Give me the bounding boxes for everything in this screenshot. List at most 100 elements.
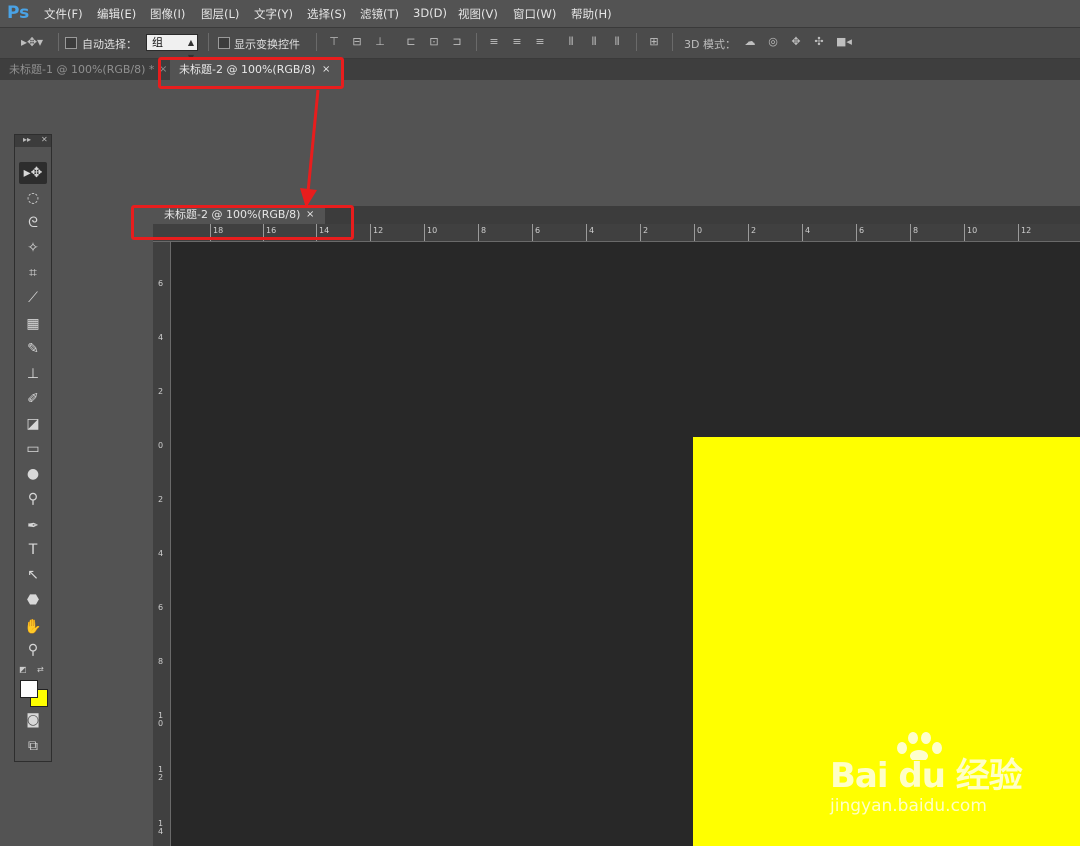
3d-rotate-icon[interactable]: ☁ bbox=[744, 36, 756, 48]
tab-label: 未标题-1 @ 100%(RGB/8) * bbox=[9, 63, 155, 76]
highlight-box-tab bbox=[158, 57, 344, 89]
eraser-tool-icon[interactable]: ◪ bbox=[19, 413, 47, 435]
divider bbox=[316, 33, 317, 51]
ruler-tick-label: 2 bbox=[643, 226, 649, 235]
ruler-tick bbox=[802, 224, 803, 241]
history-brush-tool-icon[interactable]: ✐ bbox=[19, 388, 47, 410]
3d-slide-icon[interactable]: ✣ bbox=[813, 36, 825, 48]
ruler-tick-label: 10 bbox=[427, 226, 438, 235]
3d-mode-label: 3D 模式： bbox=[684, 38, 736, 51]
tab-untitled-1[interactable]: 未标题-1 @ 100%(RGB/8) * × bbox=[0, 59, 170, 80]
ruler-tick bbox=[1018, 224, 1019, 241]
ruler-tick-label: 0 bbox=[697, 226, 703, 235]
align-vcenter-icon[interactable]: ⊟ bbox=[351, 36, 363, 48]
dropdown-value: 组 bbox=[152, 36, 163, 49]
distribute-left-icon[interactable]: ⫴ bbox=[565, 36, 577, 48]
ruler-tick-label: 2 bbox=[158, 387, 164, 396]
show-transform-checkbox[interactable] bbox=[218, 37, 230, 49]
magic-wand-tool-icon[interactable]: ✧ bbox=[19, 237, 47, 259]
ruler-tick-label: 1 0 bbox=[158, 711, 164, 728]
ruler-tick-label: 6 bbox=[158, 279, 164, 288]
menu-layer[interactable]: 图层(L) bbox=[201, 6, 239, 22]
auto-select-checkbox[interactable] bbox=[65, 37, 77, 49]
menu-image[interactable]: 图像(I) bbox=[150, 6, 185, 22]
distribute-bottom-icon[interactable]: ≡ bbox=[534, 36, 546, 48]
hand-tool-icon[interactable]: ✋ bbox=[19, 616, 47, 638]
align-hcenter-icon[interactable]: ⊡ bbox=[428, 36, 440, 48]
arrow-icon bbox=[300, 89, 320, 208]
tools-panel: ▸▸ ✕ ▸✥ ◌ ᘓ ✧ ⌗ ⟋ ▦ ✎ ⊥ ✐ ◪ ▭ ● ⚲ ✒ T ↖ … bbox=[14, 134, 52, 762]
align-left-icon[interactable]: ⊏ bbox=[405, 36, 417, 48]
align-right-icon[interactable]: ⊐ bbox=[451, 36, 463, 48]
gradient-tool-icon[interactable]: ▭ bbox=[19, 438, 47, 460]
move-tool-icon[interactable]: ▸✥ bbox=[19, 162, 47, 184]
3d-scale-icon[interactable]: ■◂ bbox=[836, 36, 852, 48]
menu-3d[interactable]: 3D(D) bbox=[413, 6, 447, 20]
menu-edit[interactable]: 编辑(E) bbox=[97, 6, 136, 22]
divider bbox=[636, 33, 637, 51]
swap-colors-icon[interactable]: ⇄ bbox=[37, 665, 44, 674]
blur-tool-icon[interactable]: ● bbox=[19, 463, 47, 485]
align-bottom-icon[interactable]: ⊥ bbox=[374, 36, 386, 48]
ruler-tick bbox=[640, 224, 641, 241]
collapse-icon[interactable]: ▸▸ bbox=[23, 135, 31, 144]
ruler-tick bbox=[424, 224, 425, 241]
quick-mask-icon[interactable]: ◙ bbox=[19, 709, 47, 731]
zoom-tool-icon[interactable]: ⚲ bbox=[19, 639, 47, 661]
distribute-vcenter-icon[interactable]: ≡ bbox=[511, 36, 523, 48]
default-colors-icon[interactable]: ◩ bbox=[19, 665, 27, 674]
divider bbox=[672, 33, 673, 51]
3d-pan-icon[interactable]: ✥ bbox=[790, 36, 802, 48]
menu-help[interactable]: 帮助(H) bbox=[571, 6, 612, 22]
move-tool-preset-icon[interactable]: ▸✥▾ bbox=[18, 36, 46, 48]
pen-tool-icon[interactable]: ✒ bbox=[19, 515, 47, 537]
menu-filter[interactable]: 滤镜(T) bbox=[360, 6, 399, 22]
dodge-tool-icon[interactable]: ⚲ bbox=[19, 488, 47, 510]
watermark-url: jingyan.baidu.com bbox=[830, 796, 987, 816]
ruler-tick-label: 8 bbox=[158, 657, 164, 666]
highlight-box-floating-tab bbox=[131, 205, 354, 240]
align-top-icon[interactable]: ⊤ bbox=[328, 36, 340, 48]
vertical-ruler[interactable]: 6 4 2 0 2 4 6 8 1 0 1 2 1 4 bbox=[153, 242, 171, 846]
ruler-tick-label: 4 bbox=[158, 549, 164, 558]
baidu-watermark: Bai du 经验 jingyan.baidu.com bbox=[830, 730, 1030, 820]
foreground-color-swatch[interactable] bbox=[20, 680, 38, 698]
menu-file[interactable]: 文件(F) bbox=[44, 6, 83, 22]
marquee-tool-icon[interactable]: ◌ bbox=[19, 187, 47, 209]
divider bbox=[208, 33, 209, 51]
lasso-tool-icon[interactable]: ᘓ bbox=[19, 212, 47, 234]
menu-bar: Ps 文件(F) 编辑(E) 图像(I) 图层(L) 文字(Y) 选择(S) 滤… bbox=[0, 0, 1080, 27]
ruler-tick-label: 2 bbox=[751, 226, 757, 235]
ruler-tick bbox=[694, 224, 695, 241]
clone-stamp-tool-icon[interactable]: ⊥ bbox=[19, 363, 47, 385]
shape-tool-icon[interactable]: ⬣ bbox=[19, 589, 47, 611]
menu-type[interactable]: 文字(Y) bbox=[254, 6, 293, 22]
3d-roll-icon[interactable]: ◎ bbox=[767, 36, 779, 48]
auto-select-target-dropdown[interactable]: 组 ▲ ▼ bbox=[146, 34, 198, 62]
ruler-tick-label: 4 bbox=[158, 333, 164, 342]
distribute-hcenter-icon[interactable]: ⫴ bbox=[588, 36, 600, 48]
menu-select[interactable]: 选择(S) bbox=[307, 6, 346, 22]
crop-tool-icon[interactable]: ⌗ bbox=[19, 262, 47, 284]
tools-panel-header[interactable]: ▸▸ ✕ bbox=[15, 135, 51, 147]
divider bbox=[58, 33, 59, 51]
type-tool-icon[interactable]: T bbox=[19, 539, 47, 561]
ruler-tick-label: 6 bbox=[158, 603, 164, 612]
brush-tool-icon[interactable]: ✎ bbox=[19, 338, 47, 360]
distribute-right-icon[interactable]: ⫴ bbox=[611, 36, 623, 48]
path-selection-tool-icon[interactable]: ↖ bbox=[19, 564, 47, 586]
auto-align-icon[interactable]: ⊞ bbox=[648, 36, 660, 48]
menu-view[interactable]: 视图(V) bbox=[458, 6, 498, 22]
ruler-tick-label: 2 bbox=[158, 495, 164, 504]
screen-mode-icon[interactable]: ⧉ bbox=[19, 735, 47, 757]
healing-brush-tool-icon[interactable]: ▦ bbox=[19, 313, 47, 335]
ruler-tick-label: 1 2 bbox=[158, 765, 164, 782]
distribute-top-icon[interactable]: ≡ bbox=[488, 36, 500, 48]
menu-window[interactable]: 窗口(W) bbox=[513, 6, 556, 22]
eyedropper-tool-icon[interactable]: ⟋ bbox=[19, 287, 47, 309]
ruler-tick bbox=[964, 224, 965, 241]
close-icon[interactable]: ✕ bbox=[41, 135, 48, 144]
ruler-tick-label: 8 bbox=[913, 226, 919, 235]
ruler-tick-label: 8 bbox=[481, 226, 487, 235]
ruler-tick bbox=[478, 224, 479, 241]
